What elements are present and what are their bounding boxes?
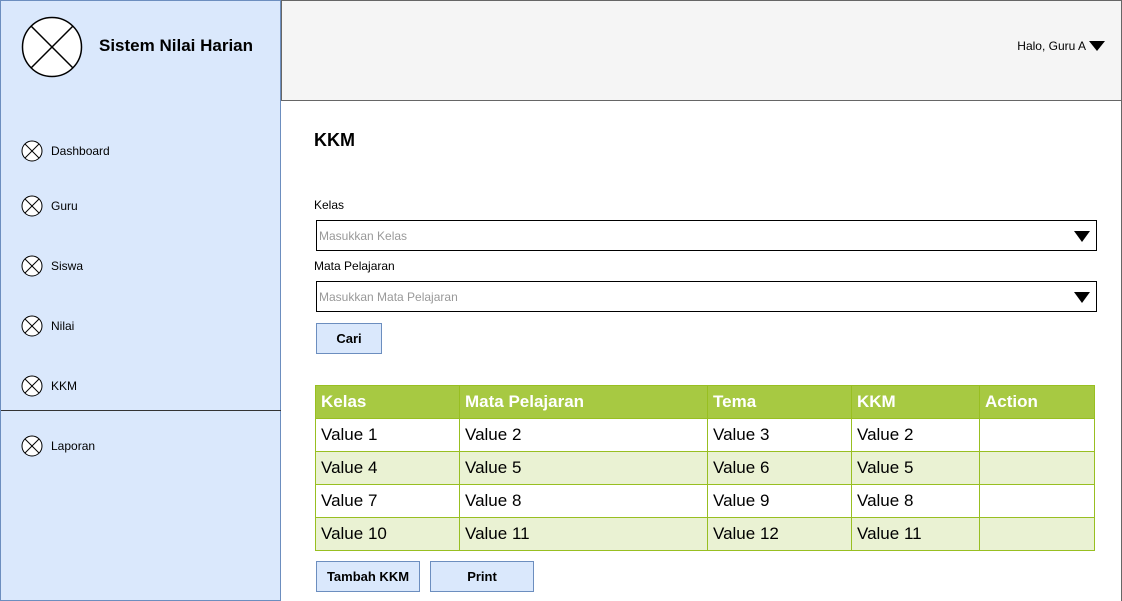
sidebar-item-kkm[interactable]: KKM — [21, 375, 77, 397]
table-cell: Value 5 — [459, 451, 708, 485]
table-row: Value 7 Value 8 Value 9 Value 8 — [315, 484, 1095, 518]
mapel-placeholder: Masukkan Mata Pelajaran — [319, 290, 458, 304]
x-circle-icon — [21, 195, 43, 217]
sidebar-item-label: Guru — [51, 199, 78, 213]
caret-down-icon — [1089, 41, 1105, 51]
table-cell: Value 12 — [707, 517, 852, 551]
mapel-label: Mata Pelajaran — [314, 259, 395, 273]
table-cell: Value 11 — [459, 517, 708, 551]
column-header-kkm: KKM — [851, 385, 980, 419]
mapel-select[interactable]: Masukkan Mata Pelajaran — [316, 281, 1097, 312]
action-cell[interactable] — [979, 451, 1095, 485]
x-circle-icon — [21, 140, 43, 162]
table-row: Value 1 Value 2 Value 3 Value 2 — [315, 418, 1095, 452]
kelas-placeholder: Masukkan Kelas — [319, 229, 408, 243]
table-cell: Value 5 — [851, 451, 980, 485]
kkm-table: Kelas Mata Pelajaran Tema KKM Action Val… — [315, 385, 1095, 551]
table-header-row: Kelas Mata Pelajaran Tema KKM Action — [315, 385, 1095, 419]
action-cell[interactable] — [979, 484, 1095, 518]
sidebar-divider — [1, 410, 282, 411]
column-header-action: Action — [979, 385, 1095, 419]
table-cell: Value 11 — [851, 517, 980, 551]
user-greeting: Halo, Guru A — [1017, 39, 1086, 53]
caret-down-icon — [1074, 231, 1090, 242]
x-circle-icon — [21, 375, 43, 397]
sidebar-item-label: Siswa — [51, 259, 84, 273]
sidebar-item-label: Dashboard — [51, 144, 110, 158]
kelas-label: Kelas — [314, 198, 345, 212]
x-circle-icon — [21, 255, 43, 277]
table-cell: Value 1 — [315, 418, 460, 452]
table-cell: Value 10 — [315, 517, 460, 551]
caret-down-icon — [1074, 292, 1090, 303]
action-cell[interactable] — [979, 517, 1095, 551]
table-row: Value 4 Value 5 Value 6 Value 5 — [315, 451, 1095, 485]
search-button[interactable]: Cari — [316, 323, 382, 354]
kelas-select[interactable]: Masukkan Kelas — [316, 220, 1097, 251]
column-header-tema: Tema — [707, 385, 852, 419]
table-cell: Value 9 — [707, 484, 852, 518]
table-cell: Value 2 — [851, 418, 980, 452]
action-cell[interactable] — [979, 418, 1095, 452]
sidebar-item-siswa[interactable]: Siswa — [21, 255, 83, 277]
table-cell: Value 2 — [459, 418, 708, 452]
sidebar: Sistem Nilai Harian Dashboard Guru Siswa… — [0, 0, 282, 601]
page-title: KKM — [314, 130, 355, 150]
sidebar-item-guru[interactable]: Guru — [21, 195, 78, 217]
print-button[interactable]: Print — [430, 561, 534, 592]
sidebar-item-label: Laporan — [51, 439, 96, 453]
logo-placeholder-icon — [21, 16, 83, 78]
table-cell: Value 3 — [707, 418, 852, 452]
app-title: Sistem Nilai Harian — [99, 36, 254, 55]
column-header-kelas: Kelas — [315, 385, 460, 419]
user-menu[interactable]: Halo, Guru A — [1017, 39, 1105, 53]
table-row: Value 10 Value 11 Value 12 Value 11 — [315, 517, 1095, 551]
table-cell: Value 8 — [459, 484, 708, 518]
sidebar-item-nilai[interactable]: Nilai — [21, 315, 74, 337]
x-circle-icon — [21, 315, 43, 337]
sidebar-item-dashboard[interactable]: Dashboard — [21, 140, 110, 162]
table-cell: Value 8 — [851, 484, 980, 518]
sidebar-item-label: Nilai — [51, 319, 75, 333]
column-header-mata-pelajaran: Mata Pelajaran — [459, 385, 708, 419]
sidebar-item-laporan[interactable]: Laporan — [21, 435, 95, 457]
x-circle-icon — [21, 435, 43, 457]
table-cell: Value 4 — [315, 451, 460, 485]
sidebar-item-label: KKM — [51, 379, 78, 393]
table-cell: Value 6 — [707, 451, 852, 485]
top-bar: Halo, Guru A — [281, 0, 1122, 101]
add-kkm-button[interactable]: Tambah KKM — [316, 561, 420, 592]
table-cell: Value 7 — [315, 484, 460, 518]
